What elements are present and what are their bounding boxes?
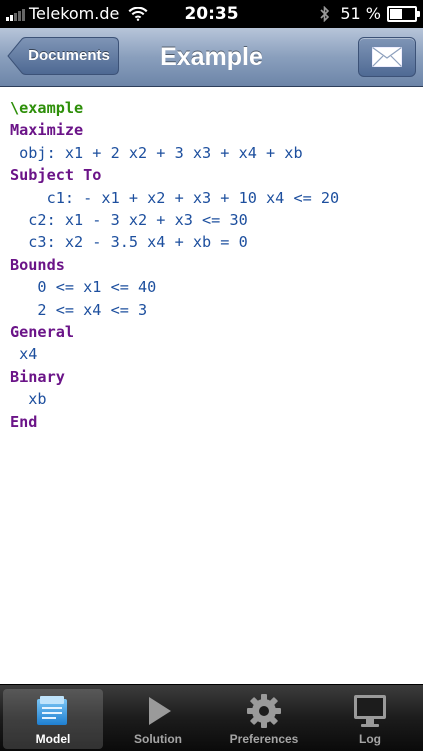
code-keyword: General xyxy=(10,323,75,342)
model-editor[interactable]: \example Maximize obj: x1 + 2 x2 + 3 x3 +… xyxy=(0,87,423,684)
tab-label: Solution xyxy=(134,732,182,746)
code-line: c2: x1 - 3 x2 + x3 <= 30 xyxy=(10,209,339,231)
model-icon xyxy=(37,696,67,725)
tab-solution[interactable]: Solution xyxy=(108,689,208,749)
code-keyword: Bounds xyxy=(10,255,65,274)
code-line: xb xyxy=(10,388,339,410)
code-comment: \example xyxy=(10,99,84,117)
code-line: obj: x1 + 2 x2 + 3 x3 + x4 + xb xyxy=(10,142,339,164)
code-line: \example xyxy=(10,97,339,119)
code-line: 2 <= x4 <= 3 xyxy=(10,299,339,321)
monitor-icon xyxy=(354,695,386,727)
status-right: 51 % xyxy=(320,4,420,23)
tab-model[interactable]: Model xyxy=(3,689,103,749)
code-line: x4 xyxy=(10,343,339,365)
tab-log[interactable]: Log xyxy=(320,689,420,749)
code-line: c3: x2 - 3.5 x4 + xb = 0 xyxy=(10,231,339,253)
code-keyword: Maximize xyxy=(10,121,84,140)
tab-preferences[interactable]: Preferences xyxy=(214,689,314,749)
battery-percent: 51 % xyxy=(340,4,381,23)
code-line: 0 <= x1 <= 40 xyxy=(10,276,339,298)
code-line: Maximize xyxy=(10,119,339,141)
tab-label: Preferences xyxy=(229,732,299,746)
mail-icon xyxy=(372,47,402,67)
tab-label: Log xyxy=(359,732,381,746)
code-expression: 0 <= x1 <= 40 xyxy=(10,278,157,297)
play-icon xyxy=(149,697,171,725)
code-line: Binary xyxy=(10,366,339,388)
code-expression: c1: - x1 + x2 + x3 + 10 x4 <= 20 xyxy=(10,188,340,207)
code-expression: 2 <= x4 <= 3 xyxy=(10,300,148,319)
code-keyword: End xyxy=(10,412,38,431)
code-keyword: Binary xyxy=(10,367,65,386)
code-line: Subject To xyxy=(10,164,339,186)
gear-icon xyxy=(247,694,281,728)
tab-bar: Model Solution Preferences Log xyxy=(0,684,423,751)
code-line: General xyxy=(10,321,339,343)
navigation-bar: Documents Example xyxy=(0,28,423,87)
status-bar: Telekom.de 20:35 51 % xyxy=(0,0,423,28)
tab-label: Model xyxy=(35,732,71,746)
code-expression: xb xyxy=(10,390,47,409)
code-expression: obj: x1 + 2 x2 + 3 x3 + x4 + xb xyxy=(10,143,303,162)
code-line: End xyxy=(10,411,339,433)
email-button[interactable] xyxy=(358,37,416,77)
code-expression: c2: x1 - 3 x2 + x3 <= 30 xyxy=(10,211,248,230)
code-keyword: Subject To xyxy=(10,166,102,185)
code-line: Bounds xyxy=(10,254,339,276)
code-line: c1: - x1 + x2 + x3 + 10 x4 <= 20 xyxy=(10,187,340,209)
code-expression: c3: x2 - 3.5 x4 + xb = 0 xyxy=(10,233,248,252)
bluetooth-icon xyxy=(320,5,330,22)
battery-icon xyxy=(387,5,420,22)
model-code: \example Maximize obj: x1 + 2 x2 + 3 x3 +… xyxy=(10,97,339,433)
code-expression: x4 xyxy=(10,345,38,364)
